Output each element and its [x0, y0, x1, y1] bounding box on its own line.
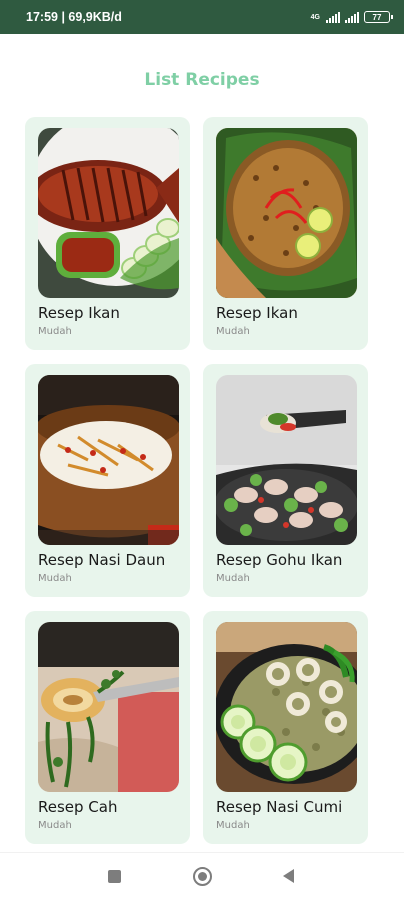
recipe-difficulty: Mudah [216, 573, 250, 584]
recipe-image-grilled-fish [38, 128, 179, 298]
recipe-grid: Resep Ikan Mudah Resep Ikan Mudah Resep … [25, 117, 370, 844]
recipe-difficulty: Mudah [38, 573, 72, 584]
recipe-card[interactable]: Resep Nasi Daun Mudah [25, 364, 190, 597]
page-title: List Recipes [144, 70, 260, 90]
recipe-card[interactable]: Resep Nasi Cumi Mudah [203, 611, 368, 844]
recipe-title: Resep Nasi Daun [38, 551, 166, 569]
recipe-card[interactable]: Resep Cah Mudah [25, 611, 190, 844]
recipe-card[interactable]: Resep Gohu Ikan Mudah [203, 364, 368, 597]
status-bar: 17:59 | 69,9KB/d 4G 77 [0, 0, 404, 34]
recipe-difficulty: Mudah [216, 820, 250, 831]
recipe-title: Resep Nasi Cumi [216, 798, 343, 816]
recipe-image-fish-rice [216, 128, 357, 298]
network-type-label: 4G [310, 13, 320, 21]
recent-apps-square-icon[interactable] [108, 870, 121, 883]
recipe-image-fish-salad [216, 375, 357, 545]
battery-level: 77 [372, 12, 382, 22]
back-triangle-icon[interactable] [283, 869, 294, 883]
recipe-image-squid-rice [216, 622, 357, 792]
recipe-card[interactable]: Resep Ikan Mudah [203, 117, 368, 350]
signal-icon [326, 11, 340, 23]
recipe-image-squid-stir-fry [38, 622, 179, 792]
recipe-title: Resep Ikan [38, 304, 120, 322]
home-circle-icon[interactable] [193, 867, 212, 886]
recipe-difficulty: Mudah [216, 326, 250, 337]
recipe-card[interactable]: Resep Ikan Mudah [25, 117, 190, 350]
recipe-title: Resep Cah [38, 798, 118, 816]
status-icons: 4G 77 [310, 11, 393, 23]
recipe-difficulty: Mudah [38, 326, 72, 337]
recipe-image-rice-bowl [38, 375, 179, 545]
battery-icon: 77 [364, 11, 393, 23]
recipe-difficulty: Mudah [38, 820, 72, 831]
recipe-title: Resep Gohu Ikan [216, 551, 343, 569]
recipe-title: Resep Ikan [216, 304, 298, 322]
status-time-speed: 17:59 | 69,9KB/d [26, 10, 122, 24]
signal-icon-2 [345, 11, 359, 23]
